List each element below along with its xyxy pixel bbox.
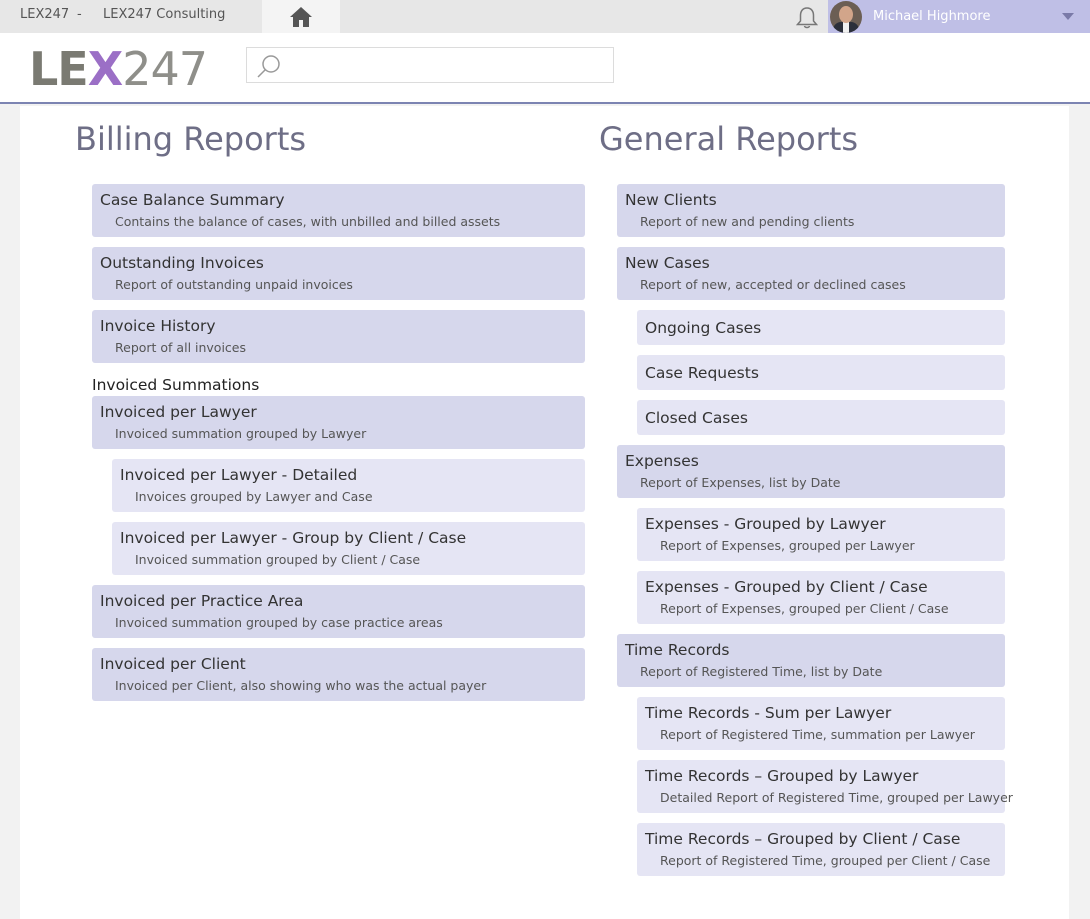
- report-description: Contains the balance of cases, with unbi…: [115, 214, 501, 229]
- report-description: Report of new, accepted or declined case…: [640, 277, 906, 292]
- report-closed-cases[interactable]: Closed Cases: [637, 400, 1005, 435]
- report-description: Detailed Report of Registered Time, grou…: [660, 790, 1013, 805]
- report-title: Time Records – Grouped by Lawyer: [645, 767, 919, 785]
- report-description: Invoices grouped by Lawyer and Case: [135, 489, 373, 504]
- report-description: Report of new and pending clients: [640, 214, 855, 229]
- search-box[interactable]: [246, 47, 614, 83]
- report-title: Ongoing Cases: [645, 319, 762, 337]
- billing-reports-title: Billing Reports: [75, 120, 307, 158]
- report-title: Invoiced per Practice Area: [100, 592, 304, 610]
- report-invoiced-per-lawyer-detailed[interactable]: Invoiced per Lawyer - Detailed Invoices …: [112, 459, 585, 512]
- report-title: Time Records - Sum per Lawyer: [645, 704, 892, 722]
- report-title: Expenses - Grouped by Lawyer: [645, 515, 886, 533]
- report-title: Time Records – Grouped by Client / Case: [645, 830, 961, 848]
- main-content: Billing Reports General Reports Case Bal…: [20, 106, 1069, 919]
- report-outstanding-invoices[interactable]: Outstanding Invoices Report of outstandi…: [92, 247, 585, 300]
- report-invoiced-per-client[interactable]: Invoiced per Client Invoiced per Client,…: [92, 648, 585, 701]
- report-new-clients[interactable]: New Clients Report of new and pending cl…: [617, 184, 1005, 237]
- report-description: Report of outstanding unpaid invoices: [115, 277, 353, 292]
- report-description: Report of Registered Time, list by Date: [640, 664, 883, 679]
- report-title: Invoiced per Lawyer - Group by Client / …: [120, 529, 467, 547]
- invoiced-summations-label: Invoiced Summations: [92, 376, 260, 394]
- report-case-requests[interactable]: Case Requests: [637, 355, 1005, 390]
- report-new-cases[interactable]: New Cases Report of new, accepted or dec…: [617, 247, 1005, 300]
- report-expenses[interactable]: Expenses Report of Expenses, list by Dat…: [617, 445, 1005, 498]
- report-invoiced-per-practice-area[interactable]: Invoiced per Practice Area Invoiced summ…: [92, 585, 585, 638]
- report-description: Invoiced summation grouped by Client / C…: [135, 552, 421, 567]
- report-title: Case Balance Summary: [100, 191, 285, 209]
- report-title: Closed Cases: [645, 409, 748, 427]
- report-invoice-history[interactable]: Invoice History Report of all invoices: [92, 310, 585, 363]
- chevron-down-icon[interactable]: [1062, 13, 1074, 20]
- app-name: LEX247: [20, 7, 70, 22]
- report-title: Invoiced per Lawyer: [100, 403, 257, 421]
- header: LEX247: [0, 33, 1090, 104]
- report-time-records-grouped-by-client-case[interactable]: Time Records – Grouped by Client / Case …: [637, 823, 1005, 876]
- report-title: Invoiced per Lawyer - Detailed: [120, 466, 358, 484]
- report-time-records[interactable]: Time Records Report of Registered Time, …: [617, 634, 1005, 687]
- bell-icon[interactable]: [794, 5, 820, 31]
- logo[interactable]: LEX247: [29, 43, 208, 95]
- report-time-records-sum-per-lawyer[interactable]: Time Records - Sum per Lawyer Report of …: [637, 697, 1005, 750]
- report-ongoing-cases[interactable]: Ongoing Cases: [637, 310, 1005, 345]
- report-case-balance-summary[interactable]: Case Balance Summary Contains the balanc…: [92, 184, 585, 237]
- report-title: Invoiced per Client: [100, 655, 246, 673]
- avatar: [830, 1, 862, 33]
- report-description: Report of Registered Time, grouped per C…: [660, 853, 991, 868]
- top-bar: LEX247 - LEX247 Consulting Michael Highm…: [0, 0, 1090, 33]
- report-description: Invoiced summation grouped by Lawyer: [115, 426, 367, 441]
- report-expenses-grouped-by-client-case[interactable]: Expenses - Grouped by Client / Case Repo…: [637, 571, 1005, 624]
- general-reports-title: General Reports: [599, 120, 859, 158]
- report-description: Report of Expenses, grouped per Lawyer: [660, 538, 915, 553]
- report-title: New Cases: [625, 254, 710, 272]
- company-name[interactable]: LEX247 Consulting: [103, 7, 225, 22]
- report-expenses-grouped-by-lawyer[interactable]: Expenses - Grouped by Lawyer Report of E…: [637, 508, 1005, 561]
- report-time-records-grouped-by-lawyer[interactable]: Time Records – Grouped by Lawyer Detaile…: [637, 760, 1013, 813]
- breadcrumb-separator: -: [77, 7, 82, 22]
- report-title: Time Records: [625, 641, 730, 659]
- user-menu[interactable]: Michael Highmore: [828, 0, 1090, 33]
- home-icon: [290, 7, 312, 27]
- report-title: Expenses: [625, 452, 699, 470]
- user-name: Michael Highmore: [873, 9, 991, 24]
- report-title: New Clients: [625, 191, 717, 209]
- report-invoiced-per-lawyer[interactable]: Invoiced per Lawyer Invoiced summation g…: [92, 396, 585, 449]
- report-invoiced-per-lawyer-group-by-client-case[interactable]: Invoiced per Lawyer - Group by Client / …: [112, 522, 585, 575]
- report-description: Invoiced summation grouped by case pract…: [115, 615, 443, 630]
- report-description: Report of Expenses, grouped per Client /…: [660, 601, 949, 616]
- report-title: Invoice History: [100, 317, 216, 335]
- report-description: Report of Expenses, list by Date: [640, 475, 841, 490]
- report-title: Expenses - Grouped by Client / Case: [645, 578, 928, 596]
- search-input[interactable]: [289, 54, 599, 76]
- report-description: Invoiced per Client, also showing who wa…: [115, 678, 487, 693]
- report-title: Case Requests: [645, 364, 759, 382]
- report-description: Report of all invoices: [115, 340, 246, 355]
- report-title: Outstanding Invoices: [100, 254, 264, 272]
- report-description: Report of Registered Time, summation per…: [660, 727, 975, 742]
- search-icon: [257, 55, 280, 78]
- home-button[interactable]: [262, 0, 340, 33]
